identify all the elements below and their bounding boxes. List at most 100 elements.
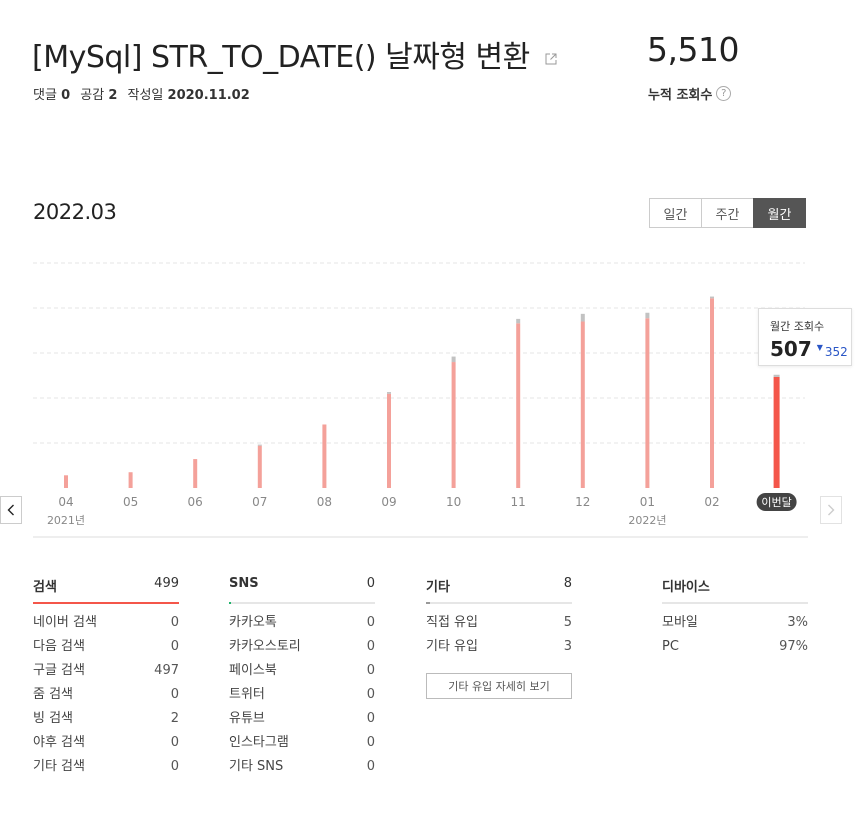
list-item-label: 빙 검색 [33, 711, 74, 726]
chart-bar-overlay [516, 318, 521, 324]
chart-bar[interactable] [710, 298, 714, 488]
post-title[interactable]: [MySql] STR_TO_DATE() 날짜형 변환 [32, 32, 557, 76]
monthly-views-chart: 04 05 06 07 08 09 10 11 12 01 02 이번달 2021년 2022년 [33, 262, 808, 538]
list-item-label: 카카오톡 [229, 615, 277, 630]
list-item: 줌 검색 0 [33, 687, 179, 711]
list-item: 빙 검색 2 [33, 711, 179, 735]
list-item-value: 97% [779, 639, 808, 654]
chart-bar[interactable] [773, 376, 780, 488]
source-device-header: 디바이스 [662, 576, 808, 604]
chart-bar[interactable] [451, 362, 456, 488]
tab-daily[interactable]: 일간 [649, 198, 702, 228]
list-item-label: 직접 유입 [426, 615, 478, 630]
x-tick-label: 10 [446, 495, 461, 509]
list-item-label: 야후 검색 [33, 735, 85, 750]
chart-bar-overlay [773, 374, 780, 377]
list-item-label: 모바일 [662, 615, 698, 630]
source-search-header: 검색 499 [33, 576, 179, 604]
x-tick-label: 02 [704, 495, 719, 509]
chart-bar[interactable] [580, 321, 585, 488]
list-item: 카카오스토리 0 [229, 639, 375, 663]
chart-bar[interactable] [387, 393, 391, 488]
list-item: 야후 검색 0 [33, 735, 179, 759]
list-item: PC 97% [662, 639, 808, 663]
chart-bar-overlay [257, 444, 262, 446]
list-item: 기타 유입 3 [426, 639, 572, 663]
list-item-value: 3 [563, 639, 572, 654]
date-meta: 작성일 2020.11.02 [127, 88, 250, 103]
list-item: 페이스북 0 [229, 663, 375, 687]
list-item-value: 0 [366, 711, 375, 726]
list-item: 인스타그램 0 [229, 735, 375, 759]
list-item-value: 0 [170, 687, 179, 702]
chart-bar[interactable] [128, 472, 133, 488]
list-item-label: 네이버 검색 [33, 615, 97, 630]
source-etc: 기타 8 직접 유입 5 기타 유입 3 기타 유입 자세히 보기 [426, 576, 572, 699]
source-search-bar [33, 602, 179, 604]
period-title: 2022.03 [33, 200, 117, 224]
list-item: 트위터 0 [229, 687, 375, 711]
chart-bar[interactable] [322, 424, 327, 488]
list-item: 기타 SNS 0 [229, 759, 375, 783]
list-item-value: 0 [366, 759, 375, 774]
list-item-label: 다음 검색 [33, 639, 85, 654]
chevron-left-icon [7, 504, 14, 516]
source-sns: SNS 0 카카오톡 0 카카오스토리 0 페이스북 0 트위터 0 유튜브 0 인스타그램 0 기타 … [229, 576, 375, 783]
list-item-value: 2 [170, 711, 179, 726]
list-item-value: 0 [170, 639, 179, 654]
list-item-label: 트위터 [229, 687, 265, 702]
x-tick-label: 이번달 [761, 496, 791, 509]
chart-next-button[interactable] [820, 496, 842, 524]
source-sns-count: 0 [366, 576, 375, 591]
chart-bar[interactable] [257, 445, 262, 488]
list-item-label: 인스타그램 [229, 735, 289, 750]
chart-bar[interactable] [645, 318, 650, 488]
tooltip-value: 507 [770, 337, 812, 361]
x-tick-label: 06 [188, 495, 203, 509]
source-search-list: 네이버 검색 0 다음 검색 0 구글 검색 497 줌 검색 0 빙 검색 2 야후 검색 0 기타 … [33, 615, 179, 783]
tab-monthly[interactable]: 월간 [753, 198, 806, 228]
chart-bar-overlay [387, 392, 391, 394]
chart-bar-overlay [580, 313, 585, 322]
x-tick-label: 12 [575, 495, 590, 509]
list-item-label: 기타 SNS [229, 759, 284, 774]
post-date: 2020.11.02 [167, 88, 250, 103]
chart-bar-overlay [710, 296, 714, 299]
list-item-label: 기타 검색 [33, 759, 85, 774]
x-tick-label: 11 [511, 495, 526, 509]
chart-bar[interactable] [193, 459, 198, 488]
chart-bar[interactable] [64, 475, 68, 488]
source-device: 디바이스 모바일 3% PC 97% [662, 576, 808, 663]
source-sns-header: SNS 0 [229, 576, 375, 604]
list-item: 다음 검색 0 [33, 639, 179, 663]
source-search-count: 499 [154, 576, 179, 591]
year-label: 2022년 [628, 514, 666, 527]
list-item-value: 0 [170, 759, 179, 774]
list-item-label: 카카오스토리 [229, 639, 301, 654]
post-title-text: [MySql] STR_TO_DATE() 날짜형 변환 [32, 40, 530, 75]
comments-meta: 댓글 0 [33, 88, 71, 103]
list-item-label: 기타 유입 [426, 639, 478, 654]
chart-tooltip: 월간 조회수 507 ▼ 352 [758, 308, 852, 366]
list-item: 네이버 검색 0 [33, 615, 179, 639]
external-link-icon[interactable] [545, 38, 557, 73]
list-item-label: PC [662, 639, 679, 654]
tab-weekly[interactable]: 주간 [701, 198, 754, 228]
list-item-label: 유튜브 [229, 711, 265, 726]
chart-bar[interactable] [516, 323, 521, 488]
etc-detail-button[interactable]: 기타 유입 자세히 보기 [426, 673, 572, 699]
total-views-label: 누적 조회수 ? [648, 84, 732, 103]
help-icon[interactable]: ? [716, 86, 732, 101]
chart-bars [64, 296, 780, 488]
list-item-value: 5 [563, 615, 572, 630]
list-item-value: 3% [787, 615, 808, 630]
list-item: 직접 유입 5 [426, 615, 572, 639]
period-tabs: 일간 주간 월간 [649, 198, 806, 228]
source-etc-count: 8 [563, 576, 572, 591]
x-tick-label: 04 [58, 495, 73, 509]
x-tick-label: 08 [317, 495, 332, 509]
list-item-label: 페이스북 [229, 663, 277, 678]
chart-prev-button[interactable] [0, 496, 22, 524]
list-item: 유튜브 0 [229, 711, 375, 735]
caret-down-icon: ▼ [816, 343, 823, 352]
